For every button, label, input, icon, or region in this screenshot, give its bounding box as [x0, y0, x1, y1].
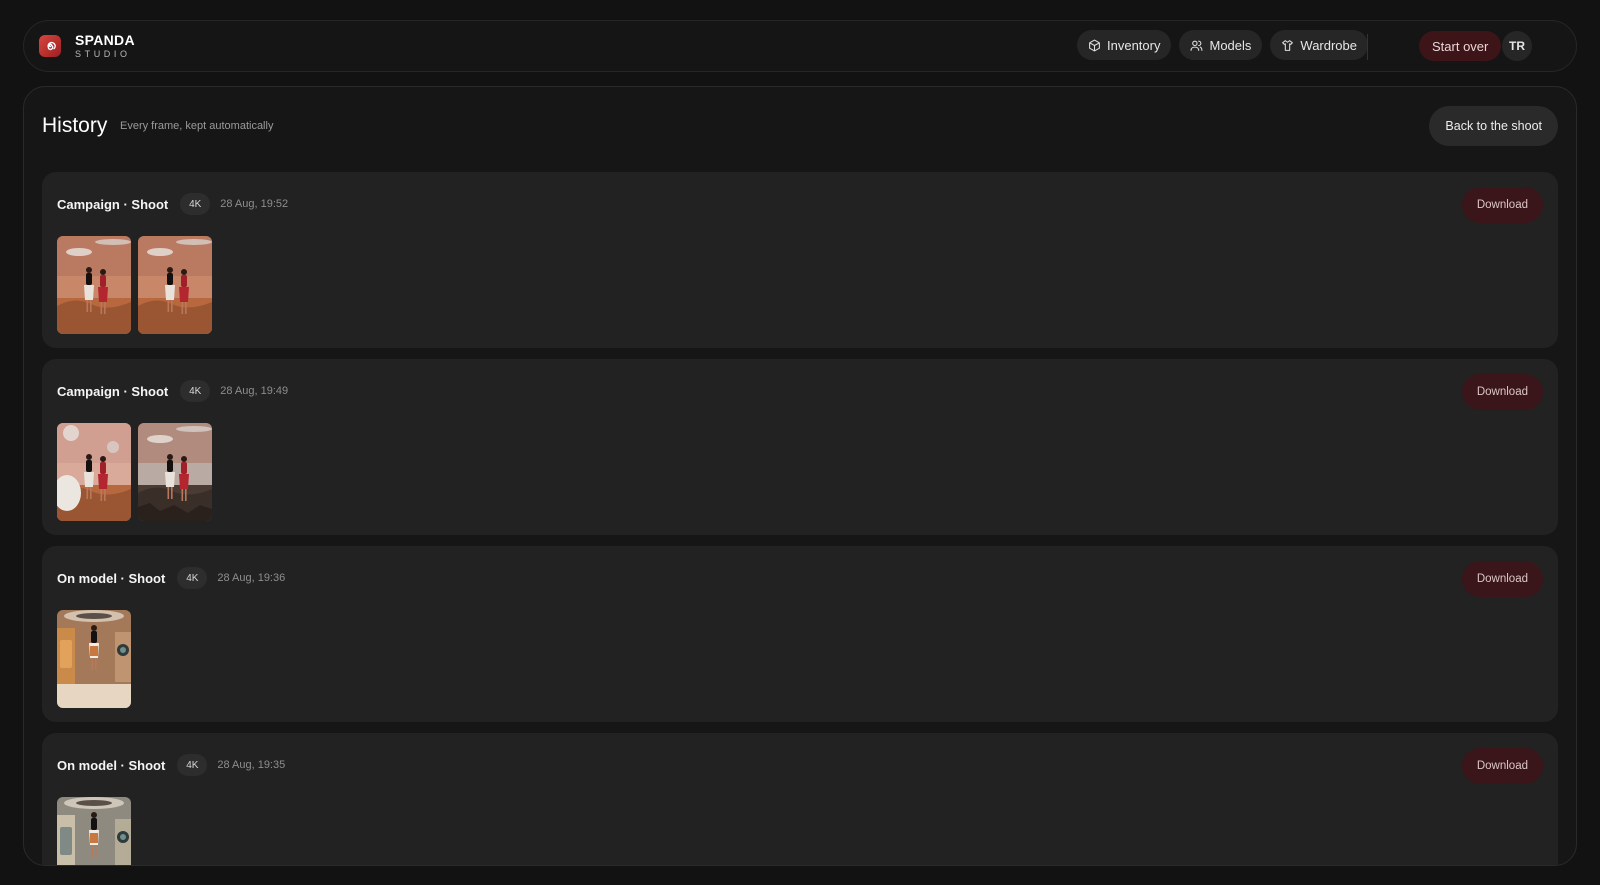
nav-inventory[interactable]: Inventory	[1077, 30, 1172, 60]
users-icon	[1191, 40, 1203, 51]
nav-models[interactable]: Models	[1179, 30, 1263, 60]
desert-photo-thumbnail[interactable]	[57, 423, 131, 521]
entry-timestamp: 28 Aug, 19:35	[217, 759, 286, 771]
nav-wardrobe[interactable]: Wardrobe	[1270, 30, 1369, 60]
history-panel: History Every frame, kept automatically …	[23, 86, 1577, 866]
entry-title: Campaign · Shoot	[57, 196, 169, 212]
resolution-badge: 4K	[180, 193, 211, 215]
nav-models-label: Models	[1209, 37, 1252, 53]
resolution-badge: 4K	[177, 754, 208, 776]
entry-title: On model · Shoot	[57, 570, 166, 586]
page-subtitle: Every frame, kept automatically	[120, 120, 274, 132]
resolution-badge: 4K	[177, 567, 208, 589]
desert-photo-thumbnail[interactable]	[57, 236, 131, 334]
nav-wardrobe-label: Wardrobe	[1300, 37, 1358, 53]
top-bar: SPANDA STUDIO Inventory Models Wardrobe …	[23, 20, 1577, 72]
entry-title: Campaign · Shoot	[57, 383, 169, 399]
download-button[interactable]: Download	[1461, 187, 1543, 223]
desert-photo-thumbnail[interactable]	[138, 423, 212, 521]
entry-title: On model · Shoot	[57, 757, 166, 773]
start-over-button[interactable]: Start over	[1419, 31, 1502, 61]
download-button[interactable]: Download	[1461, 748, 1543, 784]
thumbnail-strip	[57, 236, 212, 334]
page-title: History	[42, 114, 108, 137]
history-header: History Every frame, kept automatically …	[42, 87, 1558, 165]
history-list: Campaign · Shoot 4K 28 Aug, 19:52 Downlo…	[42, 172, 1558, 865]
brand-name: SPANDA	[75, 32, 135, 48]
entry-timestamp: 28 Aug, 19:49	[220, 385, 289, 397]
resolution-badge: 4K	[180, 380, 211, 402]
entry-timestamp: 28 Aug, 19:36	[217, 572, 286, 584]
nav-divider	[1367, 34, 1368, 60]
interior-photo-thumbnail[interactable]	[57, 797, 131, 865]
history-entry: On model · Shoot 4K 28 Aug, 19:35 Downlo…	[42, 733, 1558, 865]
download-button[interactable]: Download	[1461, 561, 1543, 597]
spiral-logo-icon	[39, 35, 61, 57]
thumbnail-strip	[57, 423, 212, 521]
back-to-shoot-button[interactable]: Back to the shoot	[1429, 106, 1558, 146]
main-nav: Inventory Models Wardrobe	[1077, 30, 1369, 60]
thumbnail-strip	[57, 797, 131, 865]
box-icon	[1089, 39, 1100, 51]
entry-timestamp: 28 Aug, 19:52	[220, 198, 289, 210]
interior-photo-thumbnail[interactable]	[57, 610, 131, 708]
shirt-icon	[1282, 39, 1294, 51]
avatar[interactable]: TR	[1502, 31, 1532, 61]
history-entry: Campaign · Shoot 4K 28 Aug, 19:49 Downlo…	[42, 359, 1558, 535]
brand[interactable]: SPANDA STUDIO	[39, 33, 135, 59]
history-entry: On model · Shoot 4K 28 Aug, 19:36 Downlo…	[42, 546, 1558, 722]
brand-sub: STUDIO	[75, 49, 131, 59]
thumbnail-strip	[57, 610, 131, 708]
nav-inventory-label: Inventory	[1107, 37, 1161, 53]
download-button[interactable]: Download	[1461, 374, 1543, 410]
history-entry: Campaign · Shoot 4K 28 Aug, 19:52 Downlo…	[42, 172, 1558, 348]
desert-photo-thumbnail[interactable]	[138, 236, 212, 334]
